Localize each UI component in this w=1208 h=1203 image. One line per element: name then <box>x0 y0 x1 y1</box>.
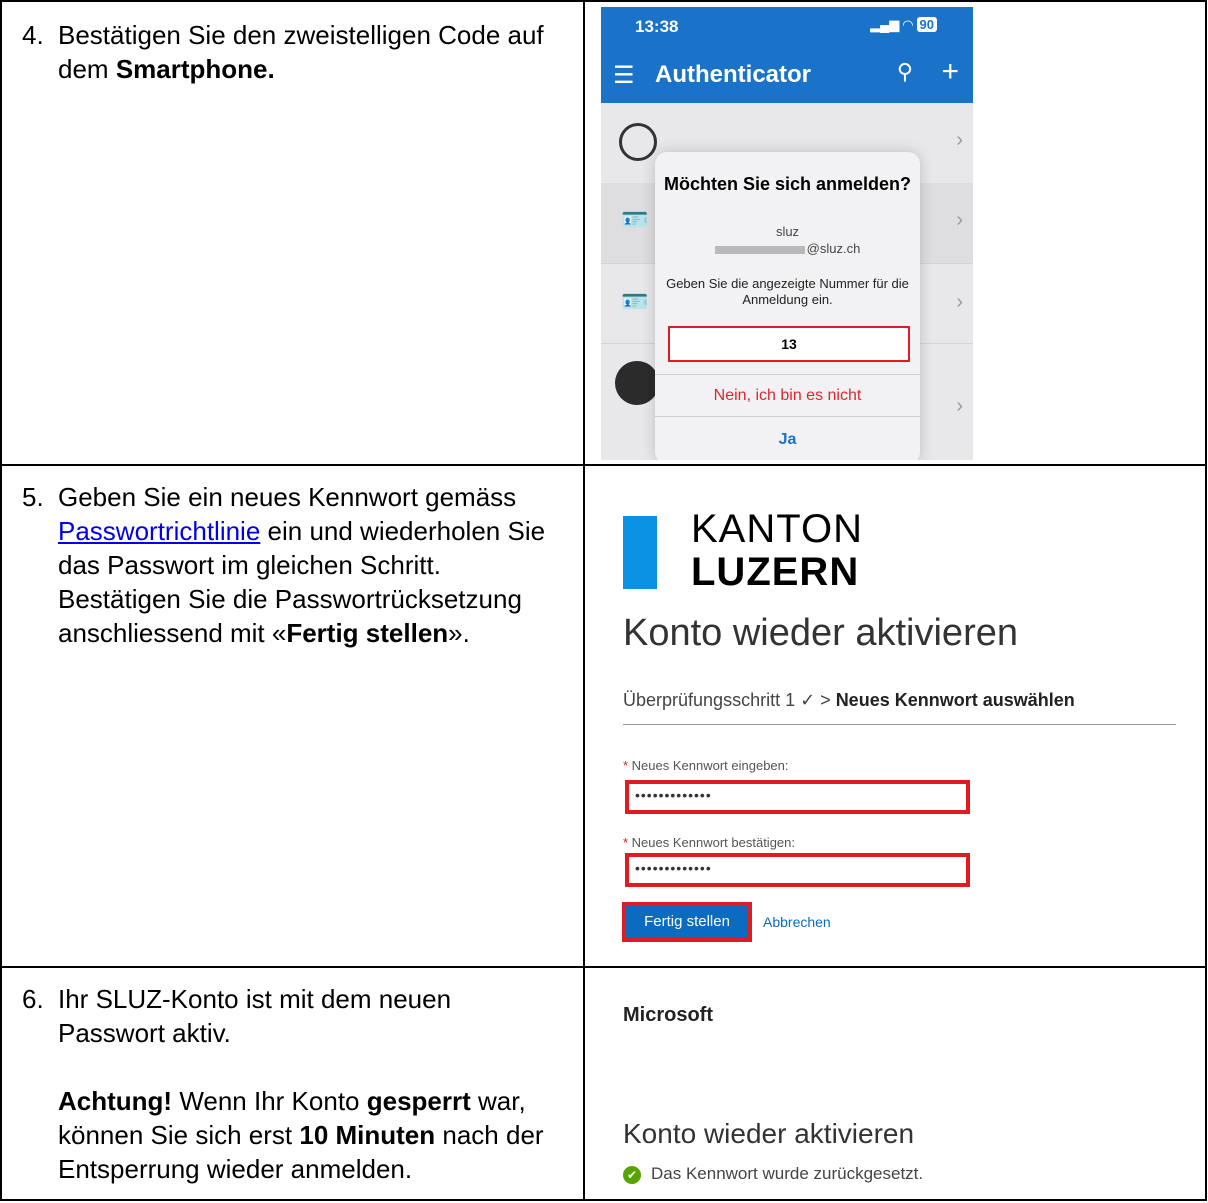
confirm-password-label: * Neues Kennwort bestätigen: <box>623 835 795 850</box>
table-border-top <box>0 0 1207 2</box>
step-text: Geben Sie ein neues Kennwort gemäss <box>58 482 517 512</box>
app-title: Authenticator <box>655 61 811 88</box>
approve-button[interactable]: Ja <box>655 416 920 460</box>
badge-icon: 🪪 <box>621 207 649 232</box>
dialog-email: @sluz.ch <box>655 241 920 256</box>
dialog-org: sluz <box>775 224 800 239</box>
table-border-bottom <box>0 1199 1207 1201</box>
finish-button[interactable]: Fertig stellen <box>622 902 752 942</box>
dialog-title: Möchten Sie sich anmelden? <box>663 174 912 194</box>
status-message: ✔ Das Kennwort wurde zurückgesetzt. <box>623 1164 923 1184</box>
step-number: 5. <box>22 482 44 512</box>
status-time: 13:38 <box>635 17 679 36</box>
chevron-right-icon: › <box>956 209 963 231</box>
battery-icon: 90 <box>916 17 937 32</box>
person-dark-icon <box>615 361 659 405</box>
kanton-logo-line2: LUZERN <box>691 550 860 594</box>
table-border-left <box>0 0 2 1201</box>
step-6: 6. Ihr SLUZ-Konto ist mit dem neuen Pass… <box>22 982 562 1050</box>
status-bar: 13:38 ▂▄▆ ◠ 90 <box>601 7 973 47</box>
hamburger-menu-icon[interactable]: ☰ <box>613 61 635 90</box>
step-bold: Fertig stellen <box>286 618 449 648</box>
checkmark-icon: ✔ <box>623 1165 641 1184</box>
step-text: Ihr SLUZ-Konto ist mit dem neuen Passwor… <box>58 984 452 1048</box>
step-text: ». <box>448 618 470 648</box>
step-4: 4. Bestätigen Sie den zweistelligen Code… <box>22 18 562 86</box>
step-5: 5. Geben Sie ein neues Kennwort gemäss P… <box>22 480 562 650</box>
person-icon <box>619 123 657 161</box>
kanton-logo-bar <box>623 516 657 589</box>
breadcrumb-current: Neues Kennwort auswählen <box>835 690 1075 710</box>
page-title: Konto wieder aktivieren <box>623 612 1018 654</box>
cancel-link[interactable]: Abbrechen <box>763 914 831 930</box>
search-icon[interactable]: ⚲ <box>897 59 913 85</box>
redacted-block <box>714 245 805 254</box>
authenticator-screenshot: 13:38 ▂▄▆ ◠ 90 ☰ Authenticator ⚲ + › 🪪 ›… <box>601 7 973 460</box>
breadcrumb: Überprüfungsschritt 1 ✓ > Neues Kennwort… <box>623 690 1075 710</box>
warning-text: Achtung! Wenn Ihr Konto gesperrt war, kö… <box>58 1086 544 1184</box>
password-policy-link[interactable]: Passwortrichtlinie <box>58 516 260 546</box>
chevron-right-icon: › <box>956 291 963 313</box>
table-border-right <box>1205 0 1207 1201</box>
confirmation-title: Konto wieder aktivieren <box>623 1118 915 1149</box>
new-password-field[interactable]: ••••••••••••• <box>625 780 970 814</box>
step-number: 4. <box>22 20 44 50</box>
add-icon[interactable]: + <box>941 55 959 89</box>
step-number: 6. <box>22 984 44 1014</box>
microsoft-brand: Microsoft <box>623 1004 713 1026</box>
app-bar: ☰ Authenticator ⚲ + <box>601 47 973 103</box>
signal-wifi-battery-icon: ▂▄▆ ◠ 90 <box>870 17 937 33</box>
confirm-password-field[interactable]: ••••••••••••• <box>625 853 970 887</box>
deny-button[interactable]: Nein, ich bin es nicht <box>655 374 920 417</box>
kanton-logo-line1: KANTON <box>691 507 863 551</box>
table-border-row2 <box>0 966 1207 968</box>
chevron-right-icon: › <box>956 129 963 151</box>
chevron-right-icon: › <box>956 395 963 417</box>
table-border-row1 <box>0 464 1207 466</box>
badge-icon: 🪪 <box>621 289 649 314</box>
divider <box>623 724 1176 725</box>
table-border-middle <box>583 0 585 1201</box>
dialog-message: Geben Sie die angezeigte Nummer für die … <box>666 276 909 307</box>
sign-in-dialog: Möchten Sie sich anmelden? sluz @sluz.ch… <box>655 152 920 460</box>
step-bold: Smartphone. <box>115 54 275 84</box>
number-input[interactable]: 13 <box>668 326 910 362</box>
new-password-label: * Neues Kennwort eingeben: <box>623 758 789 773</box>
